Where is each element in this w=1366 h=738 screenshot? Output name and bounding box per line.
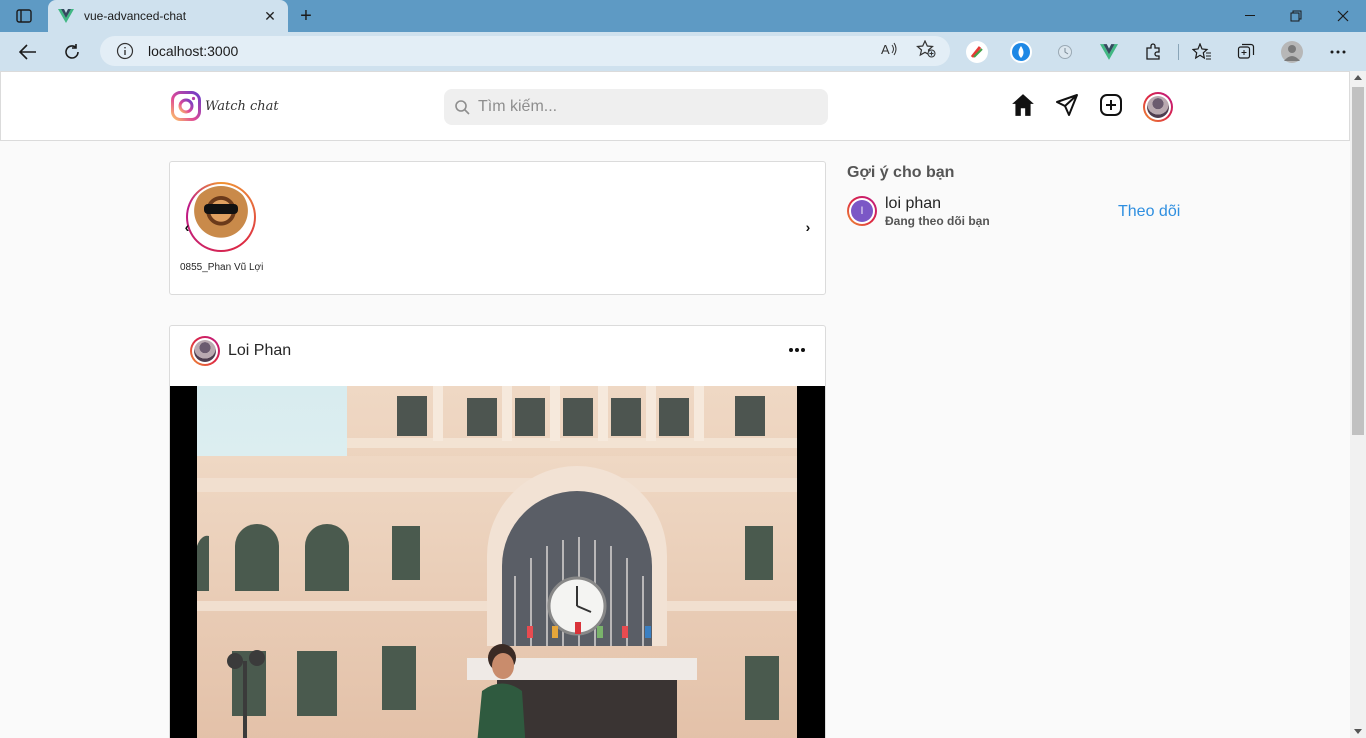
scrollbar-thumb[interactable] — [1352, 87, 1364, 435]
post-card: Loi Phan — [169, 325, 826, 738]
post-more-icon[interactable] — [787, 344, 807, 356]
instagram-logo-icon — [171, 91, 201, 121]
search-icon — [455, 100, 470, 115]
search-input[interactable] — [478, 98, 798, 116]
new-tab-icon[interactable]: + — [294, 4, 318, 28]
svg-text:A: A — [881, 42, 890, 57]
browser-tab-bar: vue-advanced-chat ✕ + — [0, 0, 1366, 32]
profile-avatar-icon[interactable] — [1281, 41, 1303, 63]
water-drop-extension-icon[interactable] — [1010, 41, 1032, 63]
extensions-icon[interactable] — [1142, 41, 1164, 63]
close-window-icon[interactable] — [1320, 0, 1366, 32]
collections-icon[interactable] — [1235, 41, 1257, 63]
site-info-icon[interactable] — [116, 42, 134, 60]
scroll-up-icon[interactable] — [1354, 75, 1362, 80]
stories-bar: 0855_Phan Vũ Lợi ‹ › — [169, 161, 826, 295]
post-username[interactable]: Loi Phan — [228, 342, 291, 360]
browser-tab[interactable]: vue-advanced-chat ✕ — [48, 0, 288, 32]
more-menu-icon[interactable] — [1327, 41, 1349, 63]
follow-button[interactable]: Theo dõi — [1118, 203, 1180, 221]
story-item[interactable]: 0855_Phan Vũ Lợi — [180, 182, 264, 273]
suggestions-title: Gợi ý cho bạn — [847, 164, 955, 181]
favorites-icon[interactable] — [1191, 41, 1213, 63]
brand-logo[interactable]: Watch chat — [171, 91, 279, 121]
story-avatar[interactable] — [186, 182, 256, 252]
profile-avatar[interactable] — [1143, 92, 1173, 122]
suggestion-item: l loi phan Đang theo dõi bạn Theo dõi — [847, 195, 1187, 229]
new-post-icon[interactable] — [1098, 92, 1124, 118]
vue-logo-icon — [58, 9, 74, 23]
tab-close-icon[interactable]: ✕ — [262, 8, 278, 24]
avatar-letter: l — [851, 200, 873, 222]
story-prev-icon[interactable]: ‹ — [182, 219, 192, 235]
url-text: localhost:3000 — [148, 43, 239, 59]
search-box[interactable] — [444, 89, 828, 125]
browser-toolbar: localhost:3000 A — [0, 32, 1366, 71]
story-next-icon[interactable]: › — [803, 219, 813, 235]
page-viewport: Watch chat 0855_Phan Vũ Lợi ‹ › — [0, 71, 1350, 738]
refresh-icon[interactable] — [58, 38, 86, 66]
minimize-icon[interactable] — [1227, 0, 1273, 32]
tab-actions-icon[interactable] — [10, 5, 38, 27]
tab-title: vue-advanced-chat — [84, 9, 187, 23]
address-bar[interactable]: localhost:3000 — [100, 36, 950, 66]
read-aloud-icon[interactable]: A — [877, 36, 903, 62]
back-icon[interactable] — [14, 38, 42, 66]
post-header: Loi Phan — [170, 326, 825, 386]
suggestion-subtitle: Đang theo dõi bạn — [885, 214, 990, 228]
clock-extension-icon[interactable] — [1054, 41, 1076, 63]
add-favorite-icon[interactable] — [913, 36, 939, 62]
page-scrollbar[interactable] — [1350, 71, 1366, 738]
direct-message-icon[interactable] — [1054, 92, 1080, 118]
toolbar-separator — [1178, 44, 1179, 60]
post-image[interactable] — [170, 386, 825, 738]
post-author-avatar[interactable] — [190, 336, 220, 366]
restore-icon[interactable] — [1273, 0, 1319, 32]
story-username: 0855_Phan Vũ Lợi — [180, 262, 264, 273]
suggestion-name[interactable]: loi phan — [885, 195, 941, 213]
color-picker-extension-icon[interactable] — [966, 41, 988, 63]
building-photo — [197, 386, 797, 738]
suggestion-avatar[interactable]: l — [847, 196, 877, 226]
app-header: Watch chat — [0, 71, 1350, 141]
scroll-down-icon[interactable] — [1354, 729, 1362, 734]
home-icon[interactable] — [1010, 92, 1036, 118]
brand-text: Watch chat — [205, 98, 279, 114]
vue-devtools-extension-icon[interactable] — [1098, 41, 1120, 63]
